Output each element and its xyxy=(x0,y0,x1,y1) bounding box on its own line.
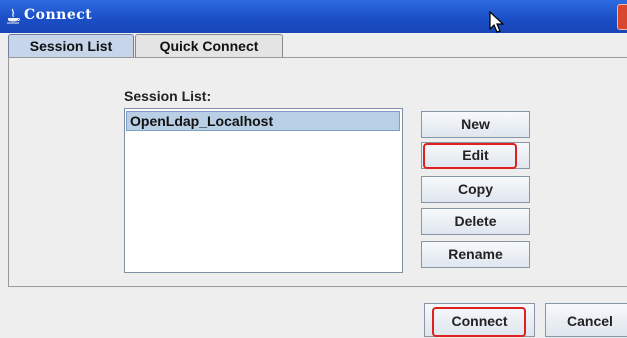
window-title: Connect xyxy=(24,7,93,23)
close-button[interactable] xyxy=(617,4,627,30)
rename-button[interactable]: Rename xyxy=(421,241,530,268)
session-list-label: Session List: xyxy=(124,88,212,104)
tab-session-list[interactable]: Session List xyxy=(8,34,134,57)
edit-button[interactable]: Edit xyxy=(421,142,530,169)
java-icon xyxy=(7,8,20,24)
cancel-button[interactable]: Cancel xyxy=(545,303,627,337)
new-button[interactable]: New xyxy=(421,111,530,138)
mouse-cursor-icon xyxy=(489,11,505,33)
tab-quick-connect[interactable]: Quick Connect xyxy=(135,34,283,57)
connect-button[interactable]: Connect xyxy=(424,303,535,337)
tab-strip: Session List Quick Connect xyxy=(0,33,627,57)
title-bar[interactable]: Connect xyxy=(0,0,627,33)
delete-button[interactable]: Delete xyxy=(421,208,530,235)
copy-button[interactable]: Copy xyxy=(421,176,530,203)
list-item[interactable]: OpenLdap_Localhost xyxy=(126,111,400,131)
session-list[interactable]: OpenLdap_Localhost xyxy=(124,108,403,273)
